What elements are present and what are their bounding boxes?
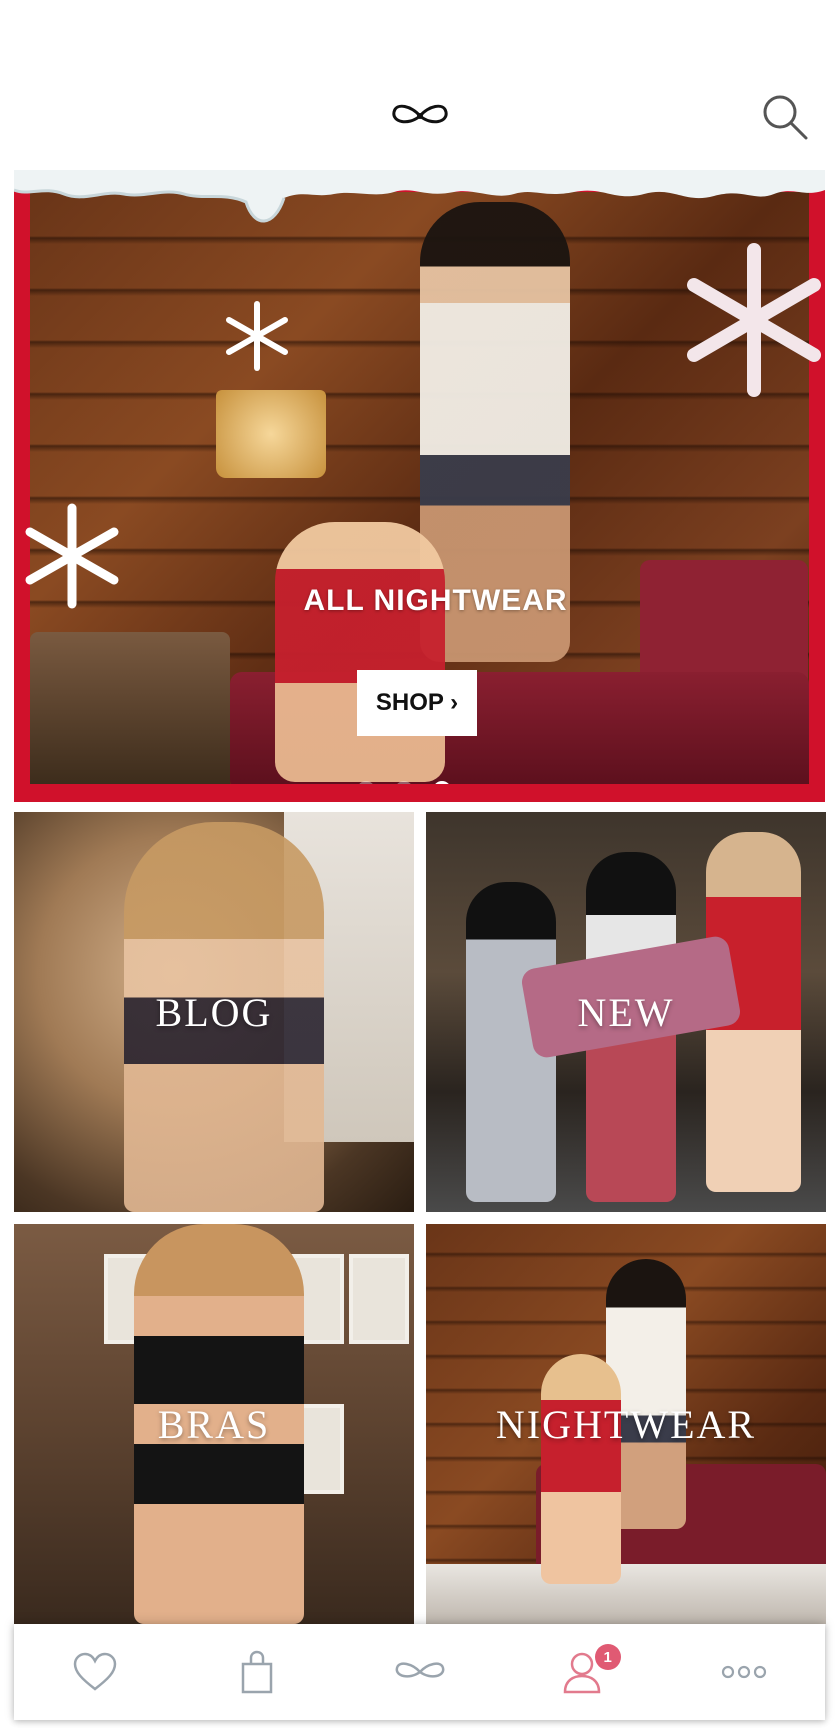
nav-item-wishlist[interactable] xyxy=(14,1624,176,1720)
top-header xyxy=(0,70,837,165)
more-icon xyxy=(721,1665,767,1679)
shop-button[interactable]: SHOP › xyxy=(357,670,477,736)
hero-title: ALL NIGHTWEAR xyxy=(303,584,568,617)
nav-item-bag[interactable] xyxy=(176,1624,338,1720)
carousel-dot-2[interactable] xyxy=(395,781,413,784)
search-button[interactable] xyxy=(760,92,812,144)
app-screen: ALL NIGHTWEAR SHOP › BLOG NEW BRAS NIGHT… xyxy=(0,0,837,1728)
category-tile-new[interactable]: NEW xyxy=(426,812,826,1212)
search-icon xyxy=(763,95,808,140)
tile-label: BRAS xyxy=(157,1401,271,1447)
nav-item-more[interactable] xyxy=(663,1624,825,1720)
tile-label: NEW xyxy=(577,989,675,1035)
shopping-bag-icon xyxy=(240,1650,274,1694)
bow-logo-icon[interactable] xyxy=(390,94,450,138)
category-tile-blog[interactable]: BLOG xyxy=(14,812,414,1212)
hero-model-sitting xyxy=(275,522,445,782)
carousel-dots xyxy=(357,781,451,784)
carousel-dot-3[interactable] xyxy=(433,781,451,784)
heart-icon xyxy=(72,1652,118,1692)
bottom-nav-bar: 1 xyxy=(14,1624,825,1720)
bow-logo-icon xyxy=(394,1656,446,1688)
nav-item-home[interactable] xyxy=(338,1624,500,1720)
category-tile-nightwear[interactable]: NIGHTWEAR xyxy=(426,1224,826,1624)
snowflake-icon xyxy=(226,301,288,371)
snowflake-icon xyxy=(687,243,821,397)
tile-label: BLOG xyxy=(155,989,273,1035)
hero-armchair xyxy=(30,632,230,784)
tile-label: NIGHTWEAR xyxy=(495,1401,757,1447)
carousel-dot-1[interactable] xyxy=(357,781,375,784)
hero-lamp xyxy=(216,390,326,478)
category-tile-bras[interactable]: BRAS xyxy=(14,1224,414,1624)
account-badge: 1 xyxy=(594,1644,621,1670)
nav-item-account[interactable]: 1 xyxy=(501,1624,663,1720)
hero-banner[interactable]: ALL NIGHTWEAR SHOP › xyxy=(14,170,825,802)
snowflake-icon xyxy=(25,503,119,609)
snow-border-decoration xyxy=(14,170,825,223)
